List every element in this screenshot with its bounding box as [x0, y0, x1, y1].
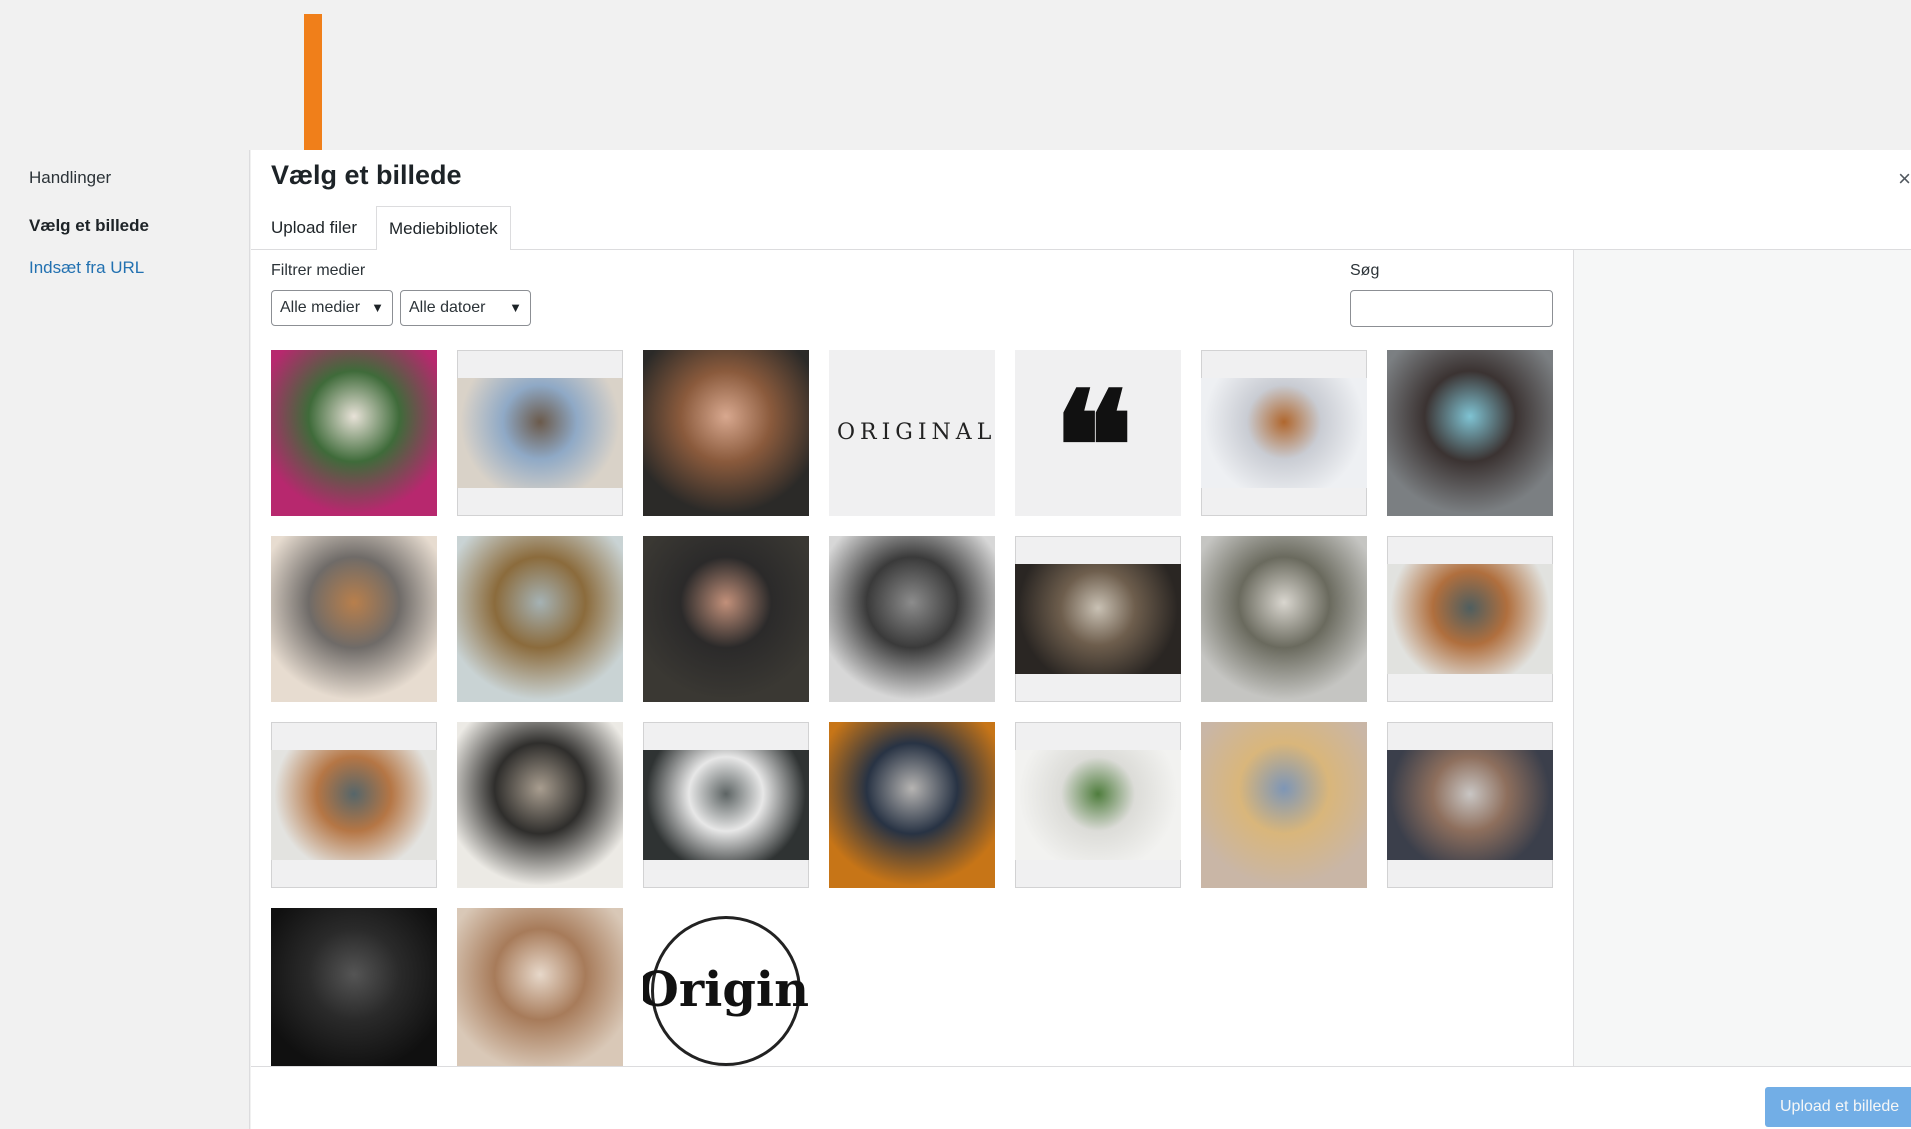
attachment-living-room-photo[interactable]: [1387, 536, 1553, 702]
thumbnail-image: [643, 750, 809, 860]
thumbnail-image: [271, 750, 437, 860]
thumbnail-image: [457, 722, 623, 888]
thumbnail-image: [829, 536, 995, 702]
attachment-mountain-lake-photo[interactable]: [1387, 722, 1553, 888]
attachment-original-logo[interactable]: ORIGINAL: [829, 350, 995, 516]
thumbnail-image: [1201, 722, 1367, 888]
thumbnail-image: Original: [643, 908, 809, 1066]
attachment-air-plant-photo[interactable]: [1201, 536, 1367, 702]
search-label: Søg: [1350, 262, 1380, 279]
chevron-down-icon: ▼: [509, 300, 522, 315]
attachment-woman-blonde-photo[interactable]: [1201, 722, 1367, 888]
attachment-vases-photo[interactable]: [1015, 722, 1181, 888]
annotation-arrow-shaft: [304, 14, 322, 154]
tab-media-library[interactable]: Mediebibliotek: [376, 206, 511, 251]
attachment-hand-ring-photo[interactable]: [457, 908, 623, 1066]
attachment-original-circle-logo[interactable]: Original: [643, 908, 809, 1066]
date-filter-select[interactable]: Alle datoer ▼: [400, 290, 531, 326]
attachment-woman-glasses-photo[interactable]: [1387, 350, 1553, 516]
media-router: Upload filer Mediebibliotek: [251, 206, 1911, 251]
attachment-orange-sweater-photo[interactable]: [829, 722, 995, 888]
thumbnail-image: [271, 350, 437, 516]
logo-text: ORIGINAL: [837, 420, 995, 445]
logo-text: Original: [643, 962, 809, 1018]
thumbnail-image: [643, 350, 809, 516]
attachment-woman-chair-photo[interactable]: [457, 350, 623, 516]
close-icon[interactable]: ×: [1898, 166, 1911, 192]
thumbnail-image: [1387, 750, 1553, 860]
thumbnail-image: [271, 908, 437, 1066]
attachment-desk-plants-photo[interactable]: [1015, 536, 1181, 702]
frame-title: Vælg et billede: [271, 160, 462, 190]
thumbnail-image: [829, 722, 995, 888]
media-toolbar: Upload et billede: [251, 1066, 1911, 1129]
search-input[interactable]: [1350, 290, 1553, 327]
menu-item-insert-from-url[interactable]: Indsæt fra URL: [29, 258, 144, 278]
attachment-quote-mark[interactable]: ❝: [1015, 350, 1181, 516]
thumbnail-image: [1201, 378, 1367, 488]
attachment-bridge-photo[interactable]: [457, 536, 623, 702]
thumbnail-image: [457, 378, 623, 488]
attachment-city-skyline-photo[interactable]: [271, 536, 437, 702]
thumbnail-image: [1015, 564, 1181, 674]
date-filter-value: Alle datoer: [409, 299, 486, 316]
attachment-woman-smiling-photo[interactable]: [643, 536, 809, 702]
select-image-button[interactable]: Upload et billede: [1765, 1087, 1911, 1127]
thumbnail-image: [1201, 536, 1367, 702]
attachment-tulips-photo[interactable]: [271, 350, 437, 516]
thumbnail-image: [457, 536, 623, 702]
attachment-phone-photo[interactable]: [271, 908, 437, 1066]
attachment-living-room-2-photo[interactable]: [271, 722, 437, 888]
media-type-select[interactable]: Alle medier ▼: [271, 290, 393, 326]
filter-label: Filtrer medier: [271, 262, 366, 279]
chevron-down-icon: ▼: [371, 300, 384, 315]
attachments-browser: Filtrer medier Alle medier ▼ Alle datoer…: [251, 250, 1573, 1066]
thumbnail-image: [1015, 750, 1181, 860]
attachment-glass-plant-photo[interactable]: [643, 722, 809, 888]
thumbnail-image: ORIGINAL: [829, 350, 995, 516]
menu-heading: Handlinger: [29, 168, 112, 187]
attachment-headphones-photo[interactable]: [1201, 350, 1367, 516]
media-frame: Vælg et billede × Upload filer Mediebibl…: [251, 150, 1911, 1129]
quote-icon: ❝: [1053, 359, 1134, 516]
thumbnail-image: [643, 536, 809, 702]
thumbnail-image: [1387, 350, 1553, 516]
thumbnail-image: [457, 908, 623, 1066]
tab-upload-files[interactable]: Upload filer: [259, 206, 369, 250]
thumbnail-image: ❝: [1015, 350, 1181, 516]
media-type-value: Alle medier: [280, 299, 361, 316]
thumbnail-image: [1387, 564, 1553, 674]
attachment-workspace-photo[interactable]: [457, 722, 623, 888]
attachment-details-sidebar: [1573, 250, 1911, 1066]
menu-item-choose-image[interactable]: Vælg et billede: [29, 216, 149, 236]
attachment-woman-bw-photo[interactable]: [829, 536, 995, 702]
media-menu: Handlinger Vælg et billede Indsæt fra UR…: [0, 150, 250, 1129]
attachment-woman-portrait-photo[interactable]: [643, 350, 809, 516]
thumbnail-image: [271, 536, 437, 702]
